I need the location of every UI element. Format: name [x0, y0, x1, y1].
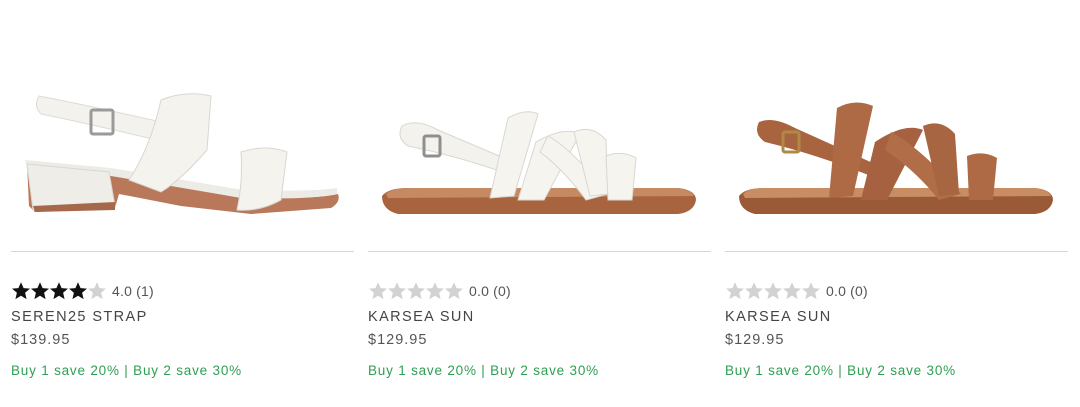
star-empty-icon: [388, 282, 406, 300]
rating[interactable]: 0.0 (0): [725, 280, 868, 302]
star-filled-icon: [12, 282, 30, 300]
product-price: $139.95: [11, 332, 71, 348]
star-empty-icon: [783, 282, 801, 300]
product-card[interactable]: 0.0 (0) KARSEA SUN $129.95 Buy 1 save 20…: [368, 0, 711, 407]
star-filled-icon: [50, 282, 68, 300]
product-card[interactable]: 4.0 (1) SEREN25 STRAP $139.95 Buy 1 save…: [11, 0, 354, 407]
star-empty-icon: [88, 282, 106, 300]
product-image[interactable]: [368, 60, 711, 240]
rating[interactable]: 0.0 (0): [368, 280, 511, 302]
star-filled-icon: [69, 282, 87, 300]
product-name[interactable]: SEREN25 STRAP: [11, 309, 148, 325]
star-rating-icons: [725, 281, 820, 301]
star-empty-icon: [802, 282, 820, 300]
star-empty-icon: [369, 282, 387, 300]
star-empty-icon: [745, 282, 763, 300]
star-empty-icon: [407, 282, 425, 300]
rating-text: 0.0 (0): [826, 283, 868, 299]
divider: [368, 251, 711, 252]
star-empty-icon: [726, 282, 744, 300]
promo-text: Buy 1 save 20% | Buy 2 save 30%: [725, 363, 956, 378]
promo-text: Buy 1 save 20% | Buy 2 save 30%: [11, 363, 242, 378]
divider: [11, 251, 354, 252]
star-empty-icon: [764, 282, 782, 300]
star-rating-icons: [11, 281, 106, 301]
star-empty-icon: [426, 282, 444, 300]
product-card[interactable]: 0.0 (0) KARSEA SUN $129.95 Buy 1 save 20…: [725, 0, 1068, 407]
product-name[interactable]: KARSEA SUN: [368, 309, 475, 325]
rating-text: 0.0 (0): [469, 283, 511, 299]
product-name[interactable]: KARSEA SUN: [725, 309, 832, 325]
product-image[interactable]: [11, 60, 354, 240]
rating[interactable]: 4.0 (1): [11, 280, 154, 302]
product-price: $129.95: [368, 332, 428, 348]
star-rating-icons: [368, 281, 463, 301]
divider: [725, 251, 1068, 252]
star-filled-icon: [31, 282, 49, 300]
rating-text: 4.0 (1): [112, 283, 154, 299]
star-empty-icon: [445, 282, 463, 300]
promo-text: Buy 1 save 20% | Buy 2 save 30%: [368, 363, 599, 378]
product-price: $129.95: [725, 332, 785, 348]
product-image[interactable]: [725, 60, 1068, 240]
